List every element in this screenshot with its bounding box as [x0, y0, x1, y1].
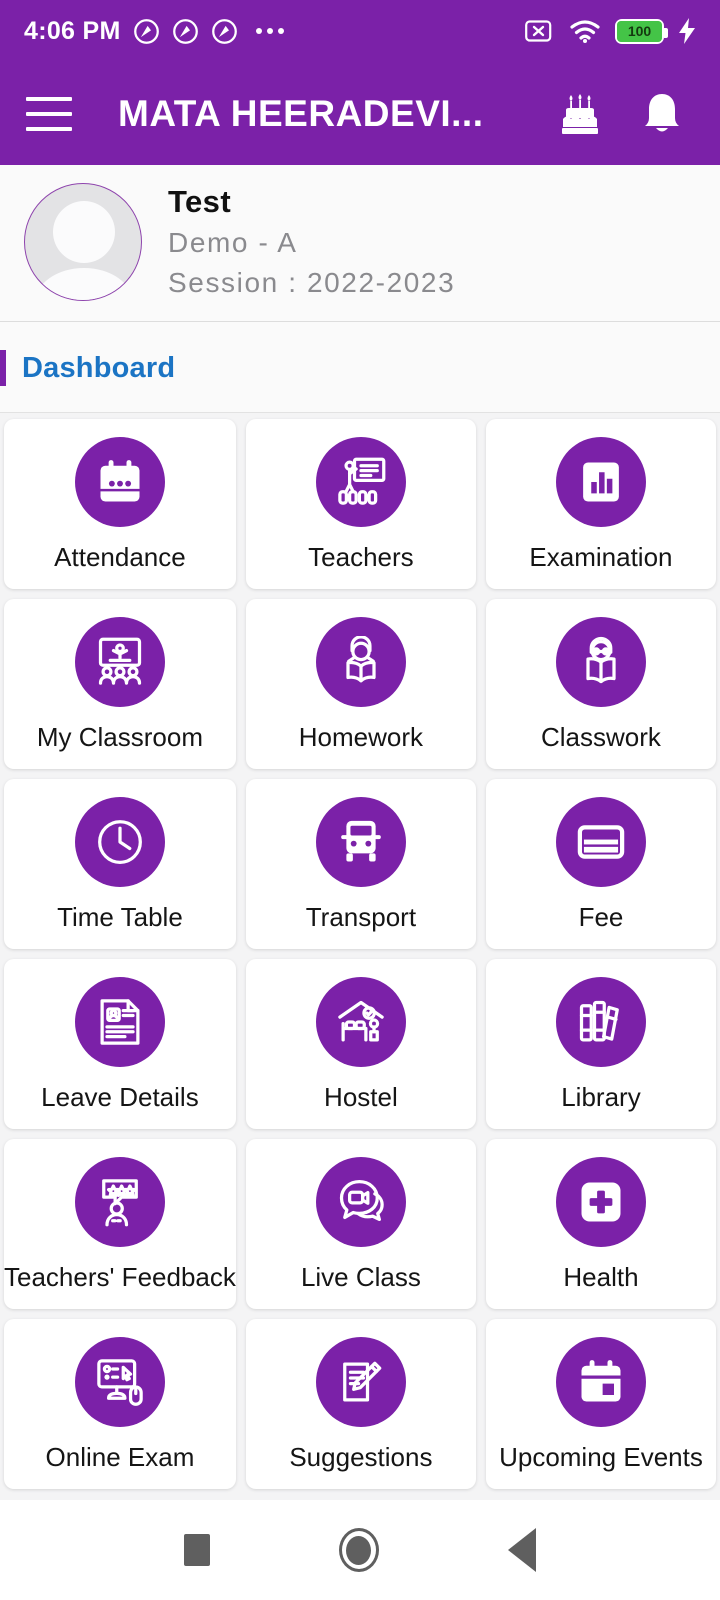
dashboard-tile-live-class[interactable]: Live Class [245, 1139, 476, 1310]
back-triangle-icon[interactable] [507, 1528, 536, 1572]
home-circle-icon[interactable] [338, 1528, 379, 1572]
dashboard-tile-label: Examination [529, 542, 673, 573]
teacher-presentation-icon [315, 437, 406, 528]
medical-cross-icon [555, 1157, 646, 1248]
bell-icon[interactable] [636, 88, 688, 140]
dashboard-tile-leave-details[interactable]: Leave Details [4, 959, 236, 1130]
hamburger-menu-icon[interactable] [26, 96, 72, 131]
dashboard-tile-label: Fee [578, 902, 624, 933]
dashboard-tile-transport[interactable]: Transport [245, 779, 476, 950]
dashboard-tile-label: Attendance [54, 542, 186, 573]
calendar-icon [74, 437, 165, 528]
status-time: 4:06 PM [24, 16, 121, 45]
dashboard-tile-attendance[interactable]: Attendance [4, 419, 236, 590]
dashboard-tile-upcoming-events[interactable]: Upcoming Events [485, 1319, 716, 1490]
dashboard-title: Dashboard [22, 351, 176, 384]
avatar-body [35, 268, 133, 301]
dashboard-tile-classwork[interactable]: Classwork [485, 599, 716, 770]
dashboard-tile-label: My Classroom [36, 722, 203, 753]
page-title: MATA HEERADEVI... [118, 92, 484, 134]
dashboard-tile-teachers-feedback[interactable]: Teachers' Feedback [4, 1139, 236, 1310]
status-bar: 4:06 PM 100 [0, 0, 720, 62]
video-chat-icon [315, 1157, 406, 1248]
dashboard-tile-fee[interactable]: Fee [485, 779, 716, 950]
charging-bolt-icon [678, 18, 696, 44]
dashboard-tile-label: Online Exam [45, 1442, 195, 1473]
classroom-icon [74, 617, 165, 708]
birthday-cake-icon[interactable] [554, 88, 606, 140]
profile-class: Demo - A [168, 226, 298, 258]
dashboard-tile-label: Leave Details [41, 1082, 199, 1113]
profile-details: Test Demo - A Session : 2022-2023 [142, 183, 455, 301]
dashboard-header: Dashboard [0, 322, 720, 414]
dashboard-tile-examination[interactable]: Examination [485, 419, 716, 590]
profile-name: Test [168, 184, 232, 219]
dashboard-tile-label: Hostel [324, 1082, 398, 1113]
calendar-event-icon [555, 1337, 646, 1428]
dashboard-tile-label: Library [561, 1082, 641, 1113]
avatar[interactable] [24, 183, 142, 302]
dashboard-tile-label: Live Class [300, 1262, 421, 1293]
more-icon [255, 28, 284, 34]
clock-icon [74, 797, 165, 888]
wifi-icon [569, 18, 601, 44]
app-bar-actions [554, 88, 694, 140]
dashboard-tile-label: Transport [305, 902, 417, 933]
dashboard-grid-scroll[interactable]: Attendance Teachers Examination My Classroo… [0, 413, 720, 1500]
dashboard-tile-online-exam[interactable]: Online Exam [4, 1319, 236, 1490]
app-root: 4:06 PM 100 MATA HEERADEVI... Test Demo … [0, 0, 720, 1600]
dashboard-tile-label: Suggestions [289, 1442, 433, 1473]
dashboard-tile-label: Health [563, 1262, 639, 1293]
dashboard-grid: Attendance Teachers Examination My Classroo… [0, 419, 720, 1490]
profile-section: Test Demo - A Session : 2022-2023 [0, 165, 720, 323]
dashboard-tile-health[interactable]: Health [485, 1139, 716, 1310]
document-profile-icon [74, 977, 165, 1068]
hostel-bed-icon [315, 977, 406, 1068]
profile-session: Session : 2022-2023 [168, 266, 456, 298]
dashboard-tile-time-table[interactable]: Time Table [4, 779, 236, 950]
avatar-head [53, 201, 115, 264]
books-icon [555, 977, 646, 1068]
android-nav-bar [0, 1500, 720, 1600]
battery-indicator: 100 [615, 18, 668, 44]
circle-slash-icon [172, 18, 199, 45]
dashboard-tile-label: Teachers' Feedback [4, 1262, 236, 1293]
dashboard-tile-label: Time Table [57, 902, 183, 933]
dashboard-tile-label: Teachers [308, 542, 414, 573]
dashboard-tile-label: Classwork [541, 722, 661, 753]
circle-slash-icon [133, 18, 160, 45]
open-book-reader-icon [555, 617, 646, 708]
sim-card-off-icon [525, 19, 555, 43]
notepad-pencil-icon [315, 1337, 406, 1428]
dashboard-tile-label: Homework [298, 722, 424, 753]
status-bar-left: 4:06 PM [24, 17, 284, 46]
dashboard-tile-suggestions[interactable]: Suggestions [245, 1319, 476, 1490]
dashboard-tile-my-classroom[interactable]: My Classroom [4, 599, 236, 770]
dashboard-tile-homework[interactable]: Homework [245, 599, 476, 770]
online-exam-monitor-icon [74, 1337, 165, 1428]
status-bar-right: 100 [525, 18, 696, 44]
feedback-stars-icon [74, 1157, 165, 1248]
recents-square-icon[interactable] [184, 1534, 211, 1566]
bar-chart-icon [555, 437, 646, 528]
circle-slash-icon [211, 18, 238, 45]
dashboard-tile-hostel[interactable]: Hostel [245, 959, 476, 1130]
credit-card-icon [555, 797, 646, 888]
dashboard-tile-teachers[interactable]: Teachers [245, 419, 476, 590]
dashboard-tile-label: Upcoming Events [499, 1442, 703, 1473]
battery-level: 100 [617, 20, 662, 42]
student-reading-icon [315, 617, 406, 708]
dashboard-accent-bar [0, 350, 6, 387]
bus-icon [315, 797, 406, 888]
app-bar: MATA HEERADEVI... [0, 62, 720, 165]
dashboard-tile-library[interactable]: Library [485, 959, 716, 1130]
